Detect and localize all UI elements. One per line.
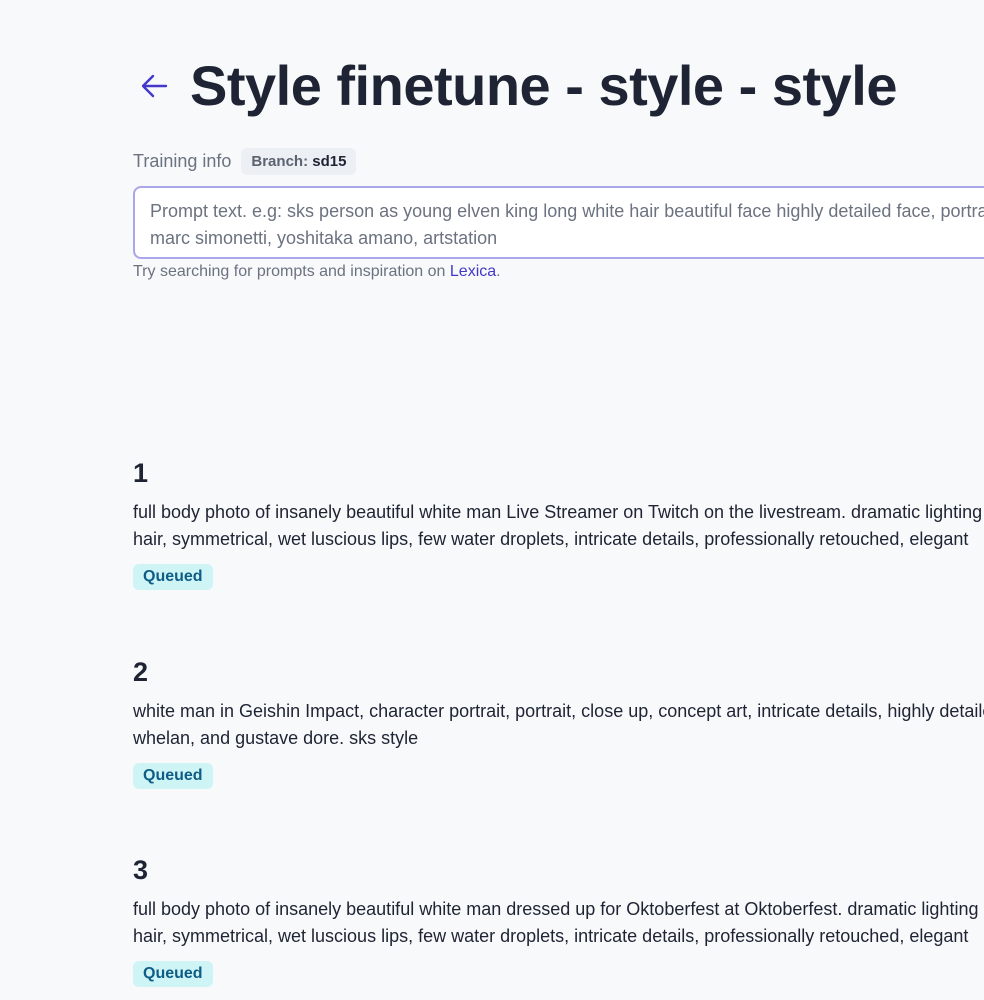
prompt-input[interactable]: Prompt text. e.g: sks person as young el…	[133, 186, 984, 259]
page-header: Style finetune - style - style	[138, 54, 897, 118]
status-badge: Queued	[133, 564, 213, 590]
page: Style finetune - style - style Training …	[0, 0, 984, 1000]
hint-suffix: .	[496, 263, 501, 280]
back-button[interactable]	[138, 70, 170, 102]
prompt-item: 1 full body photo of insanely beautiful …	[133, 457, 984, 590]
page-title: Style finetune - style - style	[190, 54, 897, 117]
prompt-placeholder: Prompt text. e.g: sks person as young el…	[150, 201, 984, 248]
prompt-text: full body photo of insanely beautiful wh…	[133, 899, 979, 946]
status-badge: Queued	[133, 961, 213, 987]
hint-text: Try searching for prompts and inspiratio…	[133, 263, 450, 280]
status-badge: Queued	[133, 763, 213, 789]
prompt-text: full body photo of insanely beautiful wh…	[133, 502, 983, 549]
prompt-item: 3 full body photo of insanely beautiful …	[133, 854, 984, 987]
training-info: Training info Branch: sd15	[133, 148, 357, 175]
lexica-hint: Try searching for prompts and inspiratio…	[133, 263, 501, 281]
lexica-link[interactable]: Lexica	[450, 263, 496, 280]
arrow-left-icon	[141, 74, 168, 98]
branch-key: Branch:	[251, 153, 309, 170]
prompt-number: 3	[133, 855, 149, 885]
branch-value: sd15	[312, 153, 347, 170]
training-info-label: Training info	[133, 151, 232, 171]
prompt-item: 2 white man in Geishin Impact, character…	[133, 656, 984, 789]
prompt-number: 1	[133, 458, 149, 488]
branch-badge: Branch: sd15	[241, 148, 357, 175]
prompt-number: 2	[133, 657, 149, 687]
prompt-text: white man in Geishin Impact, character p…	[133, 701, 984, 748]
